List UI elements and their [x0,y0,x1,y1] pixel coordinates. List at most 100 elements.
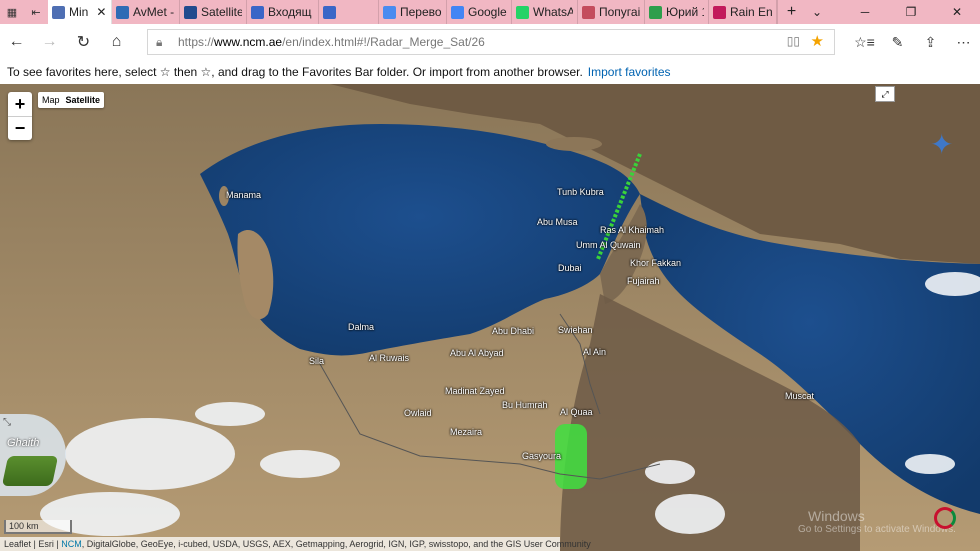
home-button[interactable]: ⌂ [100,24,133,60]
satellite-map[interactable]: + − Map Satellite ⤢ ✦ Manama Tunb Kubra Ab… [0,84,980,551]
place-label-dalma: Dalma [348,322,375,332]
tab-favicon-icon [516,5,529,19]
url-host: www.ncm.ae [214,35,283,49]
navigation-bar: ← → ↻ ⌂ 🔒︎ https://www.ncm.ae/en/index.h… [0,24,980,60]
tab[interactable]: Satellite [180,0,247,24]
place-label-al-ain: Al Ain [583,347,607,357]
tab-favicon-icon [582,5,595,19]
tab-list-chevron-icon[interactable]: ⌄ [805,0,829,24]
minimize-button[interactable]: ─ [842,0,888,24]
place-label-owlaid: Owlaid [404,408,432,418]
attribution-prefix: Leaflet | Esri | [4,539,62,549]
tab-favicon-icon [323,5,336,19]
place-label-abu-dhabi: Abu Dhabi [492,326,535,336]
place-label-mezaira: Mezaira [450,427,483,437]
place-label-al-quaa: Al Quaa [560,407,593,417]
address-bar[interactable]: 🔒︎ https://www.ncm.ae/en/index.html#!/Ra… [147,29,835,55]
activate-windows-watermark: Windows Go to Settings to activate Windo… [798,508,956,535]
tab[interactable]: WhatsA [512,0,578,24]
tab[interactable]: Min ✕ [48,0,112,24]
tab-title: Min [69,5,89,19]
tab-favicon-icon [184,5,197,19]
favorites-hub-icon[interactable]: ☆≡ [848,24,881,60]
place-label-dubai: Dubai [558,263,582,273]
tab-favicon-icon [451,5,464,19]
place-label-bu-humrah: Bu Humrah [502,400,548,410]
url-path: /en/index.html#!/Radar_Merge_Sat/26 [282,35,485,49]
tab-favicon-icon [251,5,264,19]
lock-icon: 🔒︎ [156,34,163,49]
tab[interactable]: Google [447,0,512,24]
reading-view-icon[interactable]: ▯▯ [787,34,800,48]
tab[interactable]: Входящ [247,0,319,24]
tab-favicon-icon [116,5,129,19]
tab-title: WhatsA [533,5,573,19]
uae-terrain-icon [1,456,59,486]
tab-title: Юрий 1 [666,5,704,19]
tab-favicon-icon [649,5,662,19]
place-label-manama: Manama [226,190,262,200]
place-label-tunb-kubra: Tunb Kubra [557,187,604,197]
place-label-khor-fakkan: Khor Fakkan [630,258,682,268]
favorites-bar: To see favorites here, select ☆ then ☆, … [0,60,980,84]
layer-map-option[interactable]: Map [42,95,60,105]
tab-title: AvMet - [133,5,175,19]
tab-favicon-icon [52,5,65,19]
attribution-rest: , DigitalGlobe, GeoEye, i-cubed, USDA, U… [81,539,591,549]
tab-strip: ▦ ⇤ Min ✕ AvMet - Satellite Входящ Перево Goog… [0,0,980,24]
attribution-ncm-link[interactable]: NCM [61,539,82,549]
restore-button[interactable]: ❐ [888,0,934,24]
place-label-muscat: Muscat [785,391,815,401]
tab-title: Перево [400,5,442,19]
place-label-madinat-zayed: Madinat Zayed [445,386,505,396]
favorite-star-icon[interactable]: ★ [811,32,824,50]
compass-rose-icon: ✦ [930,129,954,160]
favorites-bar-message: To see favorites here, select ☆ then ☆, … [7,65,583,79]
expand-icon[interactable]: ⤡ [3,417,11,428]
close-window-button[interactable]: ✕ [934,0,980,24]
tab[interactable]: AvMet - [112,0,180,24]
zoom-out-button[interactable]: − [8,116,32,140]
more-menu-icon[interactable]: ⋯ [947,24,980,60]
zoom-control: + − [8,92,32,140]
layer-switcher: Map Satellite [38,92,105,108]
refresh-button[interactable]: ↻ [67,24,100,60]
map-imagery [0,84,980,551]
map-attribution: Leaflet | Esri | NCM, DigitalGlobe, GeoE… [0,537,591,551]
tab-title: Входящ [268,5,312,19]
place-label-sila: Sila [309,356,325,366]
ncm-logo-icon [934,507,956,529]
tab-close-icon[interactable]: ✕ [96,5,106,19]
tab[interactable] [319,0,379,24]
place-label-ras-al-khaimah: Ras Al Khaimah [600,225,665,235]
tab-title: Satellite [201,5,242,19]
tab-favicon-icon [383,5,396,19]
watermark-subtitle: Go to Settings to activate Windows. [798,524,956,535]
tab[interactable]: Перево [379,0,447,24]
forward-button[interactable]: → [33,24,66,60]
back-button[interactable]: ← [0,24,33,60]
place-label-swiehan: Swiehan [558,325,593,335]
tab[interactable]: Попугаі [578,0,645,24]
import-favorites-link[interactable]: Import favorites [588,65,671,79]
set-aside-tabs-icon[interactable]: ⇤ [24,0,48,24]
place-label-gasyoura: Gasyoura [522,451,562,461]
place-label-fujairah: Fujairah [627,276,660,286]
url-prefix: https:// [178,35,215,49]
ghaith-label: Ghaith [7,437,40,449]
tab-preview-icon[interactable]: ▦ [0,0,24,24]
tab[interactable]: Rain Enl [709,0,777,24]
tab-title: Rain Enl [730,5,772,19]
place-label-abu-musa: Abu Musa [537,217,578,227]
place-label-al-ruwais: Al Ruwais [369,353,410,363]
zoom-in-button[interactable]: + [8,92,32,116]
scale-bar: 100 km [4,520,72,534]
share-icon[interactable]: ⇪ [914,24,947,60]
place-label-abu-al-abyad: Abu Al Abyad [450,348,504,358]
layer-satellite-option[interactable]: Satellite [66,95,101,105]
web-note-icon[interactable]: ✎ [881,24,914,60]
fullscreen-icon[interactable]: ⤢ [875,86,895,102]
tab[interactable]: Юрий 1 [645,0,709,24]
new-tab-button[interactable]: + [777,0,805,24]
tab-favicon-icon [713,5,726,19]
